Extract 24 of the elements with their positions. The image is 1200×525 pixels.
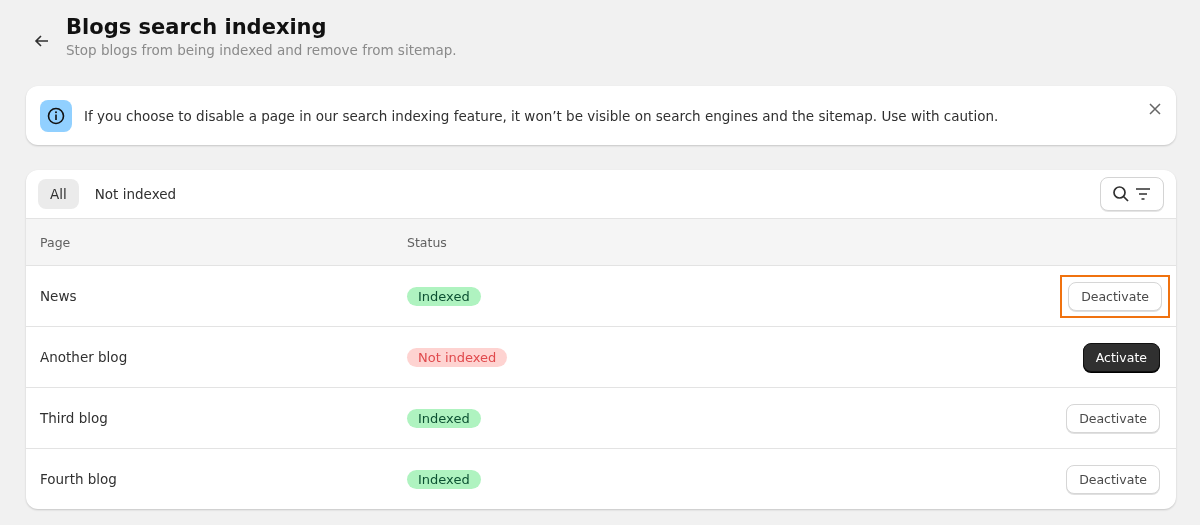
search-icon — [1112, 185, 1130, 203]
page-cell-text: News — [40, 288, 78, 304]
page-cell-text: Third blog — [40, 410, 109, 426]
search-filter-button[interactable] — [1100, 177, 1164, 211]
close-icon[interactable] — [1148, 102, 1162, 116]
page-subtitle: Stop blogs from being indexed and remove from sitemap. — [66, 42, 457, 58]
activate-button[interactable]: Activate — [1082, 342, 1160, 372]
status-badge: Indexed — [407, 286, 481, 306]
status-badge: Indexed — [407, 408, 481, 428]
column-header: Page — [40, 234, 72, 250]
deactivate-button[interactable]: Deactivate — [1066, 464, 1160, 494]
filter-tab[interactable]: Not indexed — [82, 179, 189, 209]
column-header: Status — [407, 234, 448, 250]
banner-text: If you choose to disable a page in our search indexing feature, it won’t be visible on search engines and the sitemap. Use with caution. — [84, 107, 1000, 124]
page-cell-text: Another blog — [40, 349, 129, 365]
info-icon — [40, 99, 72, 132]
filter-tab[interactable]: All — [38, 179, 79, 209]
deactivate-button[interactable]: Deactivate — [1066, 403, 1160, 433]
status-badge: Indexed — [407, 469, 481, 489]
deactivate-button[interactable]: Deactivate — [1068, 281, 1162, 311]
page-title: Blogs search indexing — [66, 14, 328, 41]
page-cell-text: Fourth blog — [40, 471, 118, 487]
status-badge: Not indexed — [407, 347, 508, 367]
filter-icon — [1134, 185, 1152, 203]
